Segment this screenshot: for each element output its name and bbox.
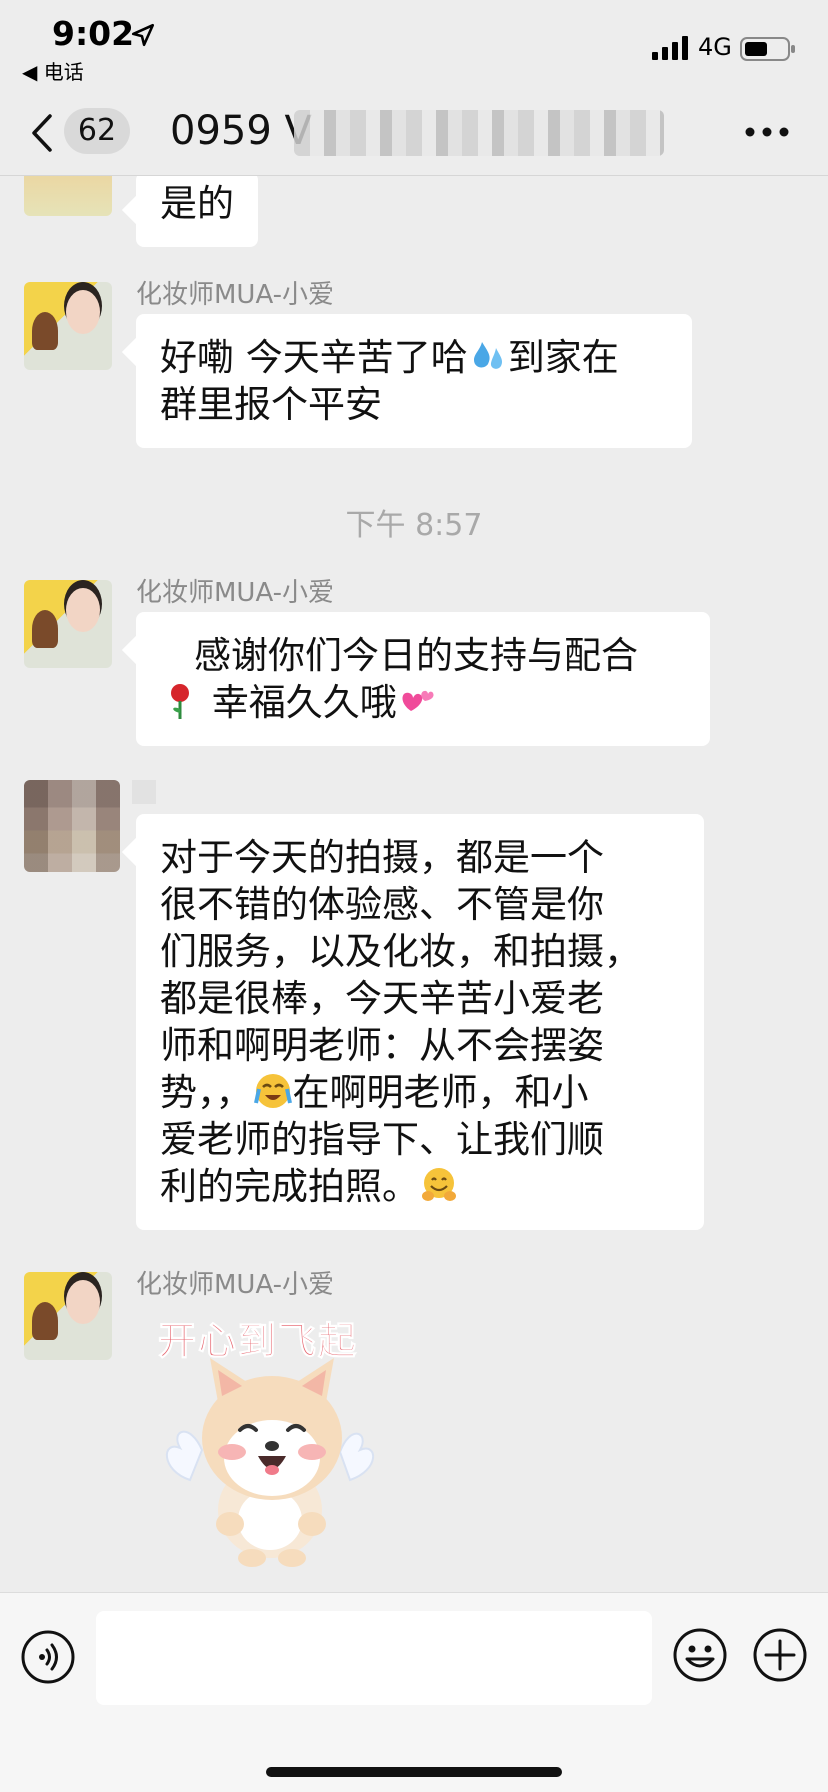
title-mosaic [294, 110, 664, 156]
sticker-image[interactable]: 开心到飞起 [150, 1310, 410, 1570]
input-bar [0, 1592, 828, 1792]
location-arrow-icon [131, 23, 155, 47]
message-bubble[interactable]: 好嘞 今天辛苦了哈 到家在 群里报个平安 [136, 314, 692, 448]
timestamp: 下午 8:57 [345, 508, 483, 543]
sweat-droplets-emoji [473, 342, 502, 369]
message-text: 群里报个平安 [160, 383, 382, 426]
message-bubble[interactable]: 是的 [136, 176, 258, 247]
chat-header: 62 0959 V [0, 90, 828, 176]
sender-name: 化妆师MUA-小爱 [136, 1270, 335, 1300]
two-hearts-emoji [402, 690, 434, 711]
home-indicator [266, 1767, 562, 1777]
avatar[interactable] [24, 1272, 112, 1360]
message-text: 好嘞 今天辛苦了哈 [160, 336, 468, 379]
network-type: 4G [698, 33, 732, 61]
message-text: 势，， [160, 1071, 253, 1114]
message-line: 们服务，以及化妆，和拍摄， [160, 930, 641, 973]
battery-icon [740, 37, 795, 61]
unread-count-badge[interactable]: 62 [64, 108, 130, 154]
chat-title: 0959 V [170, 108, 312, 154]
voice-icon[interactable] [20, 1629, 76, 1685]
hugging-face-emoji [422, 1168, 456, 1201]
back-to-app-link[interactable]: ◀ 电话 [22, 56, 84, 85]
message-text: 利的完成拍照。 [160, 1165, 419, 1208]
loudly-crying-emoji [253, 1074, 292, 1108]
avatar[interactable] [24, 780, 120, 872]
message-text: 幸福久久哦 [211, 681, 397, 724]
message-line: 对于今天的拍摄，都是一个 [160, 836, 604, 879]
message-line: 势，， 在啊明老师，和小 [160, 1069, 680, 1116]
message-bubble[interactable]: 对于今天的拍摄，都是一个 很不错的体验感、不管是你 们服务，以及化妆，和拍摄， … [136, 814, 704, 1230]
message-text: 是的 [160, 182, 234, 225]
message-line: 爱老师的指导下、让我们顺 [160, 1118, 604, 1161]
message-text: 在啊明老师，和小 [292, 1071, 589, 1114]
avatar[interactable] [24, 282, 112, 370]
message-line: 都是很棒，今天辛苦小爱老 [160, 977, 604, 1020]
emoji-icon[interactable] [672, 1627, 728, 1683]
message-bubble[interactable]: 感谢你们今日的支持与配合 幸福久久哦 [136, 612, 710, 746]
status-bar: 9:02 ◀ 电话 4G [0, 0, 828, 90]
avatar[interactable] [24, 580, 112, 668]
message-text: 到家在 [507, 336, 619, 379]
message-text: 感谢你们今日的支持与配合 [194, 634, 638, 677]
signal-icon [652, 36, 688, 60]
sender-name: 化妆师MUA-小爱 [136, 578, 335, 608]
rose-emoji [171, 684, 189, 719]
more-dots-icon[interactable] [744, 120, 790, 144]
message-line: 师和啊明老师：从不会摆姿 [160, 1024, 604, 1067]
sender-name-mosaic [132, 780, 156, 804]
sender-name: 化妆师MUA-小爱 [136, 280, 335, 310]
status-time: 9:02 [52, 14, 135, 53]
plus-icon[interactable] [752, 1627, 808, 1683]
message-input[interactable] [96, 1611, 652, 1705]
shiba-dog-sticker-icon [166, 1358, 375, 1567]
chevron-left-icon[interactable] [28, 112, 58, 154]
message-line: 很不错的体验感、不管是你 [160, 883, 604, 926]
message-line: 利的完成拍照。 [160, 1163, 680, 1210]
